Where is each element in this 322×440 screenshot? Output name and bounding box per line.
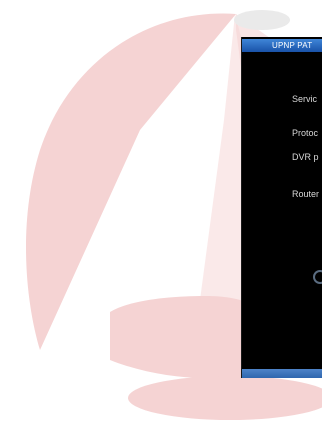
dialog-title: UPNP PAT xyxy=(272,41,313,50)
upnp-port-dialog: UPNP PAT Servic Protoc DVR p Router xyxy=(241,37,322,378)
dvr-port-label: DVR p xyxy=(292,152,319,162)
circular-button-edge-icon[interactable] xyxy=(313,270,322,284)
protocol-label: Protoc xyxy=(292,128,319,138)
dialog-title-bar: UPNP PAT xyxy=(242,39,322,52)
dialog-bottom-bar xyxy=(242,369,322,378)
router-label: Router xyxy=(292,189,320,199)
service-label: Servic xyxy=(292,94,318,104)
